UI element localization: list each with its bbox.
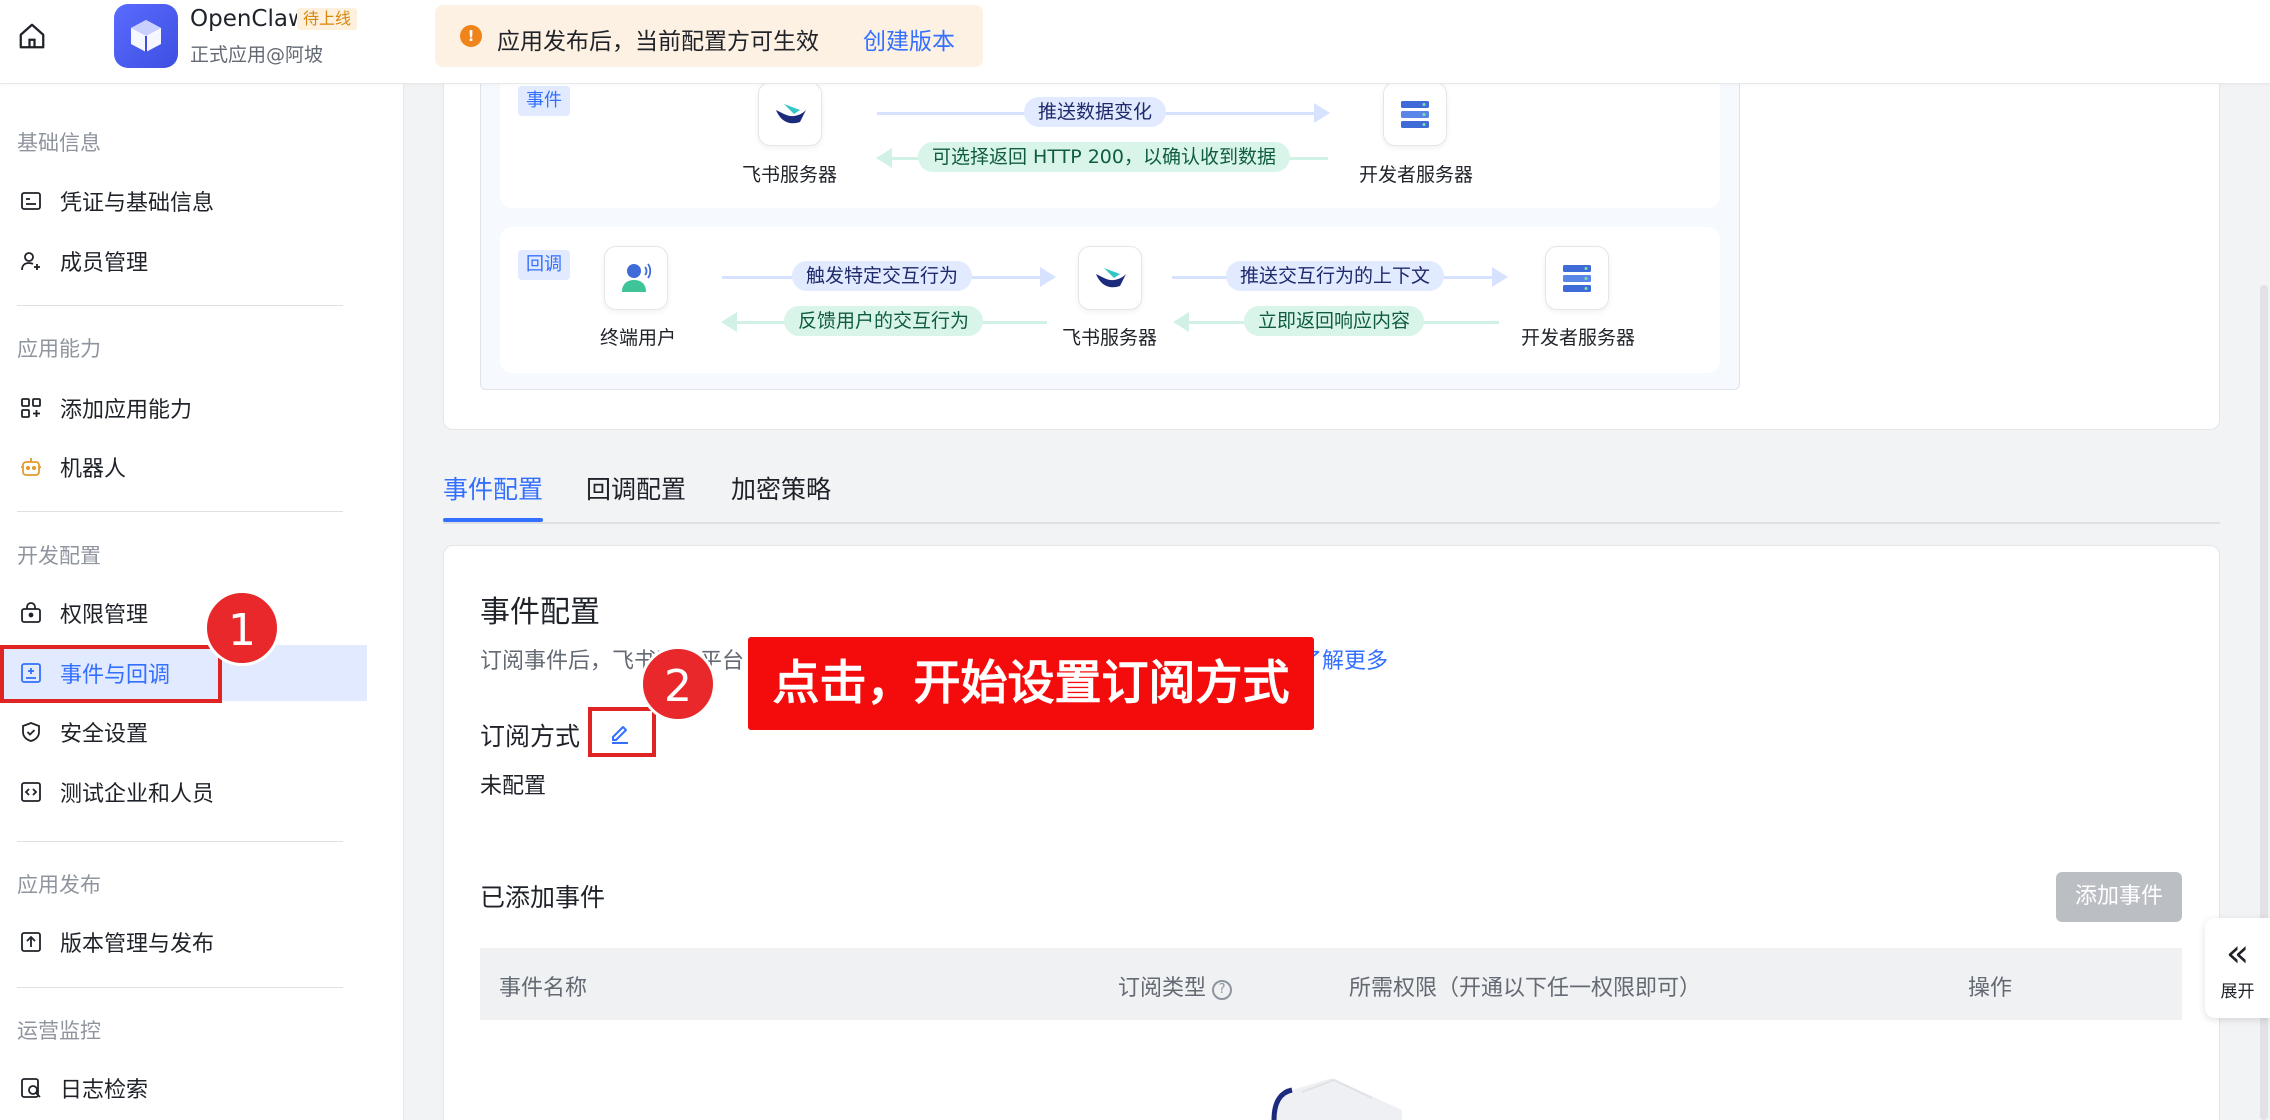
section-title: 事件配置: [480, 595, 600, 630]
arrow-head: [876, 148, 892, 168]
server-icon: [1383, 82, 1447, 146]
push-data-change-pill: 推送数据变化: [1024, 97, 1167, 127]
col-subscription-type: 订阅类型?: [1118, 970, 1233, 1002]
tab-encryption[interactable]: 加密策略: [731, 470, 831, 506]
app-subtitle: 正式应用@阿坡: [190, 44, 324, 66]
publish-notice-banner: ! 应用发布后，当前配置方可生效 创建版本: [435, 5, 983, 67]
event-config-card: [443, 545, 2220, 1120]
grid-add-icon: [16, 393, 46, 423]
trigger-interaction-pill: 触发特定交互行为: [792, 261, 973, 291]
app-status-badge: 待上线: [297, 8, 358, 30]
added-events-title: 已添加事件: [480, 883, 606, 912]
tab-callback-config[interactable]: 回调配置: [586, 470, 686, 506]
sidebar-item-permissions[interactable]: 权限管理: [0, 585, 367, 641]
group-label-dev: 开发配置: [17, 544, 101, 568]
expand-label: 展开: [2220, 981, 2255, 1002]
sidebar-item-log-search[interactable]: 日志检索: [0, 1060, 367, 1116]
annotation-highlight-edit: [588, 707, 656, 757]
app-name: OpenClaw: [190, 6, 307, 32]
push-context-pill: 推送交互行为的上下文: [1226, 261, 1445, 291]
group-label-monitor: 运营监控: [17, 1019, 101, 1043]
annotation-callout: 点击，开始设置订阅方式: [748, 637, 1314, 730]
home-icon[interactable]: [14, 18, 50, 54]
event-tag: 事件: [518, 86, 570, 116]
sidebar-item-label: 权限管理: [60, 603, 149, 628]
col-event-name: 事件名称: [499, 976, 588, 1001]
arrow-head: [1040, 267, 1056, 287]
sidebar-item-label: 版本管理与发布: [60, 932, 215, 957]
robot-icon: [16, 452, 46, 482]
sidebar-divider: [17, 841, 343, 842]
feishu-server-label: 飞书服务器: [1062, 327, 1158, 349]
arrow-head: [1314, 103, 1330, 123]
arrow-head: [1492, 267, 1508, 287]
events-table-header: 事件名称 订阅类型? 所需权限（开通以下任一权限即可） 操作: [480, 948, 2182, 1020]
end-user-icon: [604, 246, 668, 310]
feishu-logo-icon: [758, 82, 822, 146]
annotation-step-1: 1: [204, 590, 280, 666]
sidebar-item-versions[interactable]: 版本管理与发布: [0, 914, 367, 970]
sidebar-item-add-capability[interactable]: 添加应用能力: [0, 380, 367, 436]
expand-panel-button[interactable]: « 展开: [2205, 918, 2270, 1018]
code-icon: [16, 777, 46, 807]
arrow-head: [721, 312, 737, 332]
group-label-capability: 应用能力: [17, 337, 101, 361]
sidebar: 基础信息 凭证与基础信息 成员管理 应用能力 添加应用能力 机器人 开发配置 权…: [0, 84, 404, 1120]
sidebar-item-label: 日志检索: [60, 1078, 149, 1103]
dev-server-label: 开发者服务器: [1359, 164, 1474, 186]
sidebar-item-robot[interactable]: 机器人: [0, 439, 367, 495]
feedback-interaction-pill: 反馈用户的交互行为: [784, 306, 984, 336]
tab-event-config[interactable]: 事件配置: [443, 470, 543, 506]
group-label-release: 应用发布: [17, 873, 101, 897]
return-response-pill: 立即返回响应内容: [1244, 306, 1425, 336]
feishu-logo-icon: [1078, 246, 1142, 310]
feishu-server-label: 飞书服务器: [742, 164, 838, 186]
active-tab-indicator: [443, 518, 543, 522]
end-user-label: 终端用户: [600, 327, 677, 349]
sidebar-divider: [17, 511, 343, 512]
server-icon: [1545, 246, 1609, 310]
warning-icon: !: [460, 25, 482, 47]
annotation-step-2: 2: [640, 646, 716, 722]
sidebar-item-label: 机器人: [60, 457, 127, 482]
col-required-permission: 所需权限（开通以下任一权限即可）: [1349, 976, 1702, 1001]
sidebar-item-label: 安全设置: [60, 722, 149, 747]
callback-tag: 回调: [518, 250, 570, 280]
upload-icon: [16, 927, 46, 957]
sidebar-divider: [17, 987, 343, 988]
app-logo: [114, 4, 178, 68]
col-action: 操作: [1968, 976, 2013, 1001]
subscription-status: 未配置: [480, 774, 547, 799]
double-chevron-left-icon: «: [2225, 930, 2250, 975]
log-search-icon: [16, 1073, 46, 1103]
sidebar-divider: [17, 305, 343, 306]
sidebar-item-security[interactable]: 安全设置: [0, 704, 367, 760]
id-card-icon: [16, 186, 46, 216]
add-event-button[interactable]: 添加事件: [2056, 872, 2182, 922]
return-http200-pill: 可选择返回 HTTP 200，以确认收到数据: [918, 142, 1290, 172]
subscription-method-label: 订阅方式: [480, 722, 581, 751]
notice-text: 应用发布后，当前配置方可生效: [497, 29, 819, 55]
annotation-highlight-sidebar: [0, 645, 222, 703]
user-add-icon: [16, 246, 46, 276]
sidebar-item-credentials[interactable]: 凭证与基础信息: [0, 173, 367, 229]
col-subscription-type-label: 订阅类型: [1118, 976, 1207, 1001]
sidebar-item-label: 成员管理: [60, 251, 149, 276]
sidebar-item-label: 凭证与基础信息: [60, 191, 215, 216]
top-header: OpenClaw 待上线 正式应用@阿坡 ! 应用发布后，当前配置方可生效 创建…: [0, 0, 2270, 84]
arrow-head: [1173, 312, 1189, 332]
sidebar-item-members[interactable]: 成员管理: [0, 233, 367, 289]
sidebar-item-label: 添加应用能力: [60, 398, 193, 423]
empty-state-illustration: [1262, 1070, 1402, 1120]
shield-icon: [16, 717, 46, 747]
sidebar-item-test-org[interactable]: 测试企业和人员: [0, 764, 367, 820]
dev-server-label: 开发者服务器: [1521, 327, 1636, 349]
group-label-basic: 基础信息: [17, 131, 101, 155]
lock-icon: [16, 598, 46, 628]
config-tabs: 事件配置 回调配置 加密策略: [443, 462, 2220, 524]
sidebar-item-label: 测试企业和人员: [60, 782, 215, 807]
help-icon[interactable]: ?: [1212, 980, 1233, 1000]
create-version-link[interactable]: 创建版本: [863, 22, 955, 56]
